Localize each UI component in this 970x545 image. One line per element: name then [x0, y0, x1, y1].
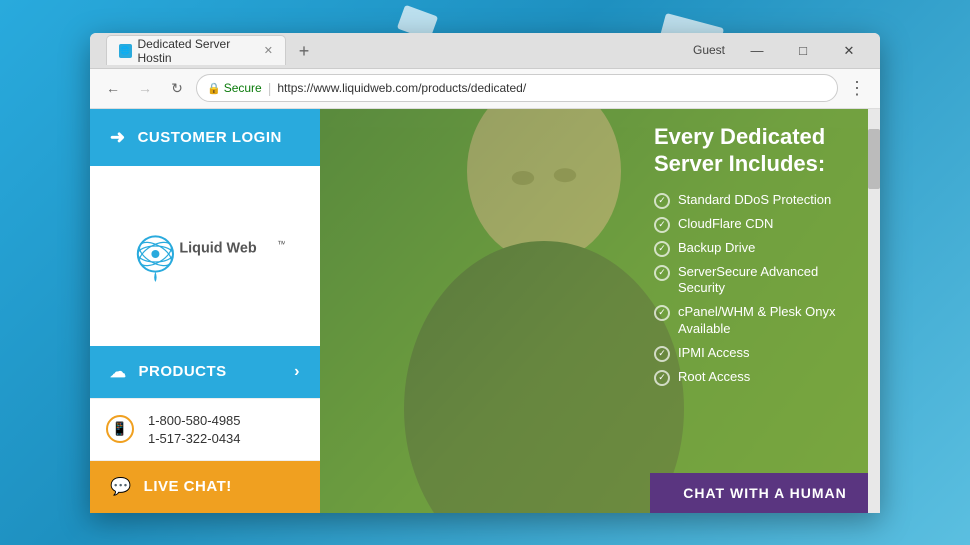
minimize-button[interactable]: —: [734, 33, 780, 69]
check-icon: ✓: [654, 265, 670, 281]
check-icon: ✓: [654, 370, 670, 386]
cloud-icon: ☁: [110, 362, 127, 382]
browser-menu-button[interactable]: ⋮: [844, 75, 870, 101]
svg-text:™: ™: [277, 239, 285, 250]
chat-human-label: CHAT WITH A HUMAN: [683, 485, 846, 501]
scrollbar[interactable]: [868, 109, 880, 513]
back-button[interactable]: ←: [100, 75, 126, 101]
check-icon: ✓: [654, 305, 670, 321]
check-icon: ✓: [654, 217, 670, 233]
feature-text: CloudFlare CDN: [678, 216, 773, 233]
feature-text: ServerSecure Advanced Security: [678, 264, 856, 298]
chat-with-human-button[interactable]: CHAT WITH A HUMAN: [650, 473, 880, 513]
phone-number-1: 1-800-580-4985: [148, 413, 241, 428]
feature-text: Backup Drive: [678, 240, 755, 257]
feature-text: Standard DDoS Protection: [678, 192, 831, 209]
live-chat-button[interactable]: 💬 LIVE CHAT!: [90, 461, 320, 513]
liquidweb-logo: Liquid Web ™: [125, 230, 285, 282]
check-icon: ✓: [654, 241, 670, 257]
phone-number-2: 1-517-322-0434: [148, 431, 241, 446]
customer-login-button[interactable]: ➜ CUSTOMER LOGIN: [90, 109, 320, 166]
feature-text: Root Access: [678, 369, 750, 386]
check-icon: ✓: [654, 346, 670, 362]
list-item: ✓ Standard DDoS Protection: [654, 192, 856, 209]
window-controls: — □ ✕: [734, 33, 872, 69]
feature-text: IPMI Access: [678, 345, 750, 362]
list-item: ✓ IPMI Access: [654, 345, 856, 362]
title-bar: 🌐 Dedicated Server Hostin ✕ + Guest — □ …: [90, 33, 880, 69]
list-item: ✓ Backup Drive: [654, 240, 856, 257]
url-divider: |: [268, 80, 272, 96]
list-item: ✓ ServerSecure Advanced Security: [654, 264, 856, 298]
new-tab-button[interactable]: +: [290, 37, 318, 65]
feature-text: cPanel/WHM & Plesk Onyx Available: [678, 304, 856, 338]
maximize-button[interactable]: □: [780, 33, 826, 69]
phone-numbers: 1-800-580-4985 1-517-322-0434: [148, 413, 241, 446]
url-text: https://www.liquidweb.com/products/dedic…: [277, 81, 526, 95]
check-icon: ✓: [654, 193, 670, 209]
tab-label: Dedicated Server Hostin: [138, 37, 254, 65]
chevron-right-icon: ›: [294, 363, 300, 381]
list-item: ✓ cPanel/WHM & Plesk Onyx Available: [654, 304, 856, 338]
live-chat-label: LIVE CHAT!: [144, 478, 232, 495]
refresh-button[interactable]: ↻: [164, 75, 190, 101]
phone-area: 📱 1-800-580-4985 1-517-322-0434: [90, 398, 320, 461]
list-item: ✓ CloudFlare CDN: [654, 216, 856, 233]
products-button[interactable]: ☁ PRODUCTS ›: [90, 346, 320, 398]
secure-badge: 🔒 Secure: [207, 81, 262, 95]
close-button[interactable]: ✕: [826, 33, 872, 69]
customer-login-label: CUSTOMER LOGIN: [138, 129, 282, 146]
secure-text: Secure: [224, 81, 262, 95]
main-content-area: Every Dedicated Server Includes: ✓ Stand…: [320, 109, 880, 513]
tab-close-icon[interactable]: ✕: [264, 44, 273, 57]
guest-label: Guest: [693, 43, 725, 57]
features-panel: Every Dedicated Server Includes: ✓ Stand…: [640, 109, 870, 513]
url-bar[interactable]: 🔒 Secure | https://www.liquidweb.com/pro…: [196, 74, 838, 102]
page-content: ➜ CUSTOMER LOGIN Liquid Web ™: [90, 109, 880, 513]
phone-icon: 📱: [106, 415, 134, 443]
browser-window: 🌐 Dedicated Server Hostin ✕ + Guest — □ …: [90, 33, 880, 513]
products-label: PRODUCTS: [139, 363, 227, 380]
scrollbar-thumb[interactable]: [868, 129, 880, 189]
tab-favicon: 🌐: [119, 44, 132, 58]
sidebar: ➜ CUSTOMER LOGIN Liquid Web ™: [90, 109, 320, 513]
chat-icon: 💬: [110, 477, 132, 497]
logo-area: Liquid Web ™: [90, 166, 320, 346]
list-item: ✓ Root Access: [654, 369, 856, 386]
svg-text:Liquid Web: Liquid Web: [179, 240, 256, 256]
arrow-right-icon: ➜: [110, 127, 126, 148]
address-bar: ← → ↻ 🔒 Secure | https://www.liquidweb.c…: [90, 69, 880, 109]
browser-tab[interactable]: 🌐 Dedicated Server Hostin ✕: [106, 35, 286, 65]
lock-icon: 🔒: [207, 82, 221, 95]
forward-button[interactable]: →: [132, 75, 158, 101]
feature-list: ✓ Standard DDoS Protection ✓ CloudFlare …: [654, 192, 856, 387]
panel-title: Every Dedicated Server Includes:: [654, 123, 856, 178]
